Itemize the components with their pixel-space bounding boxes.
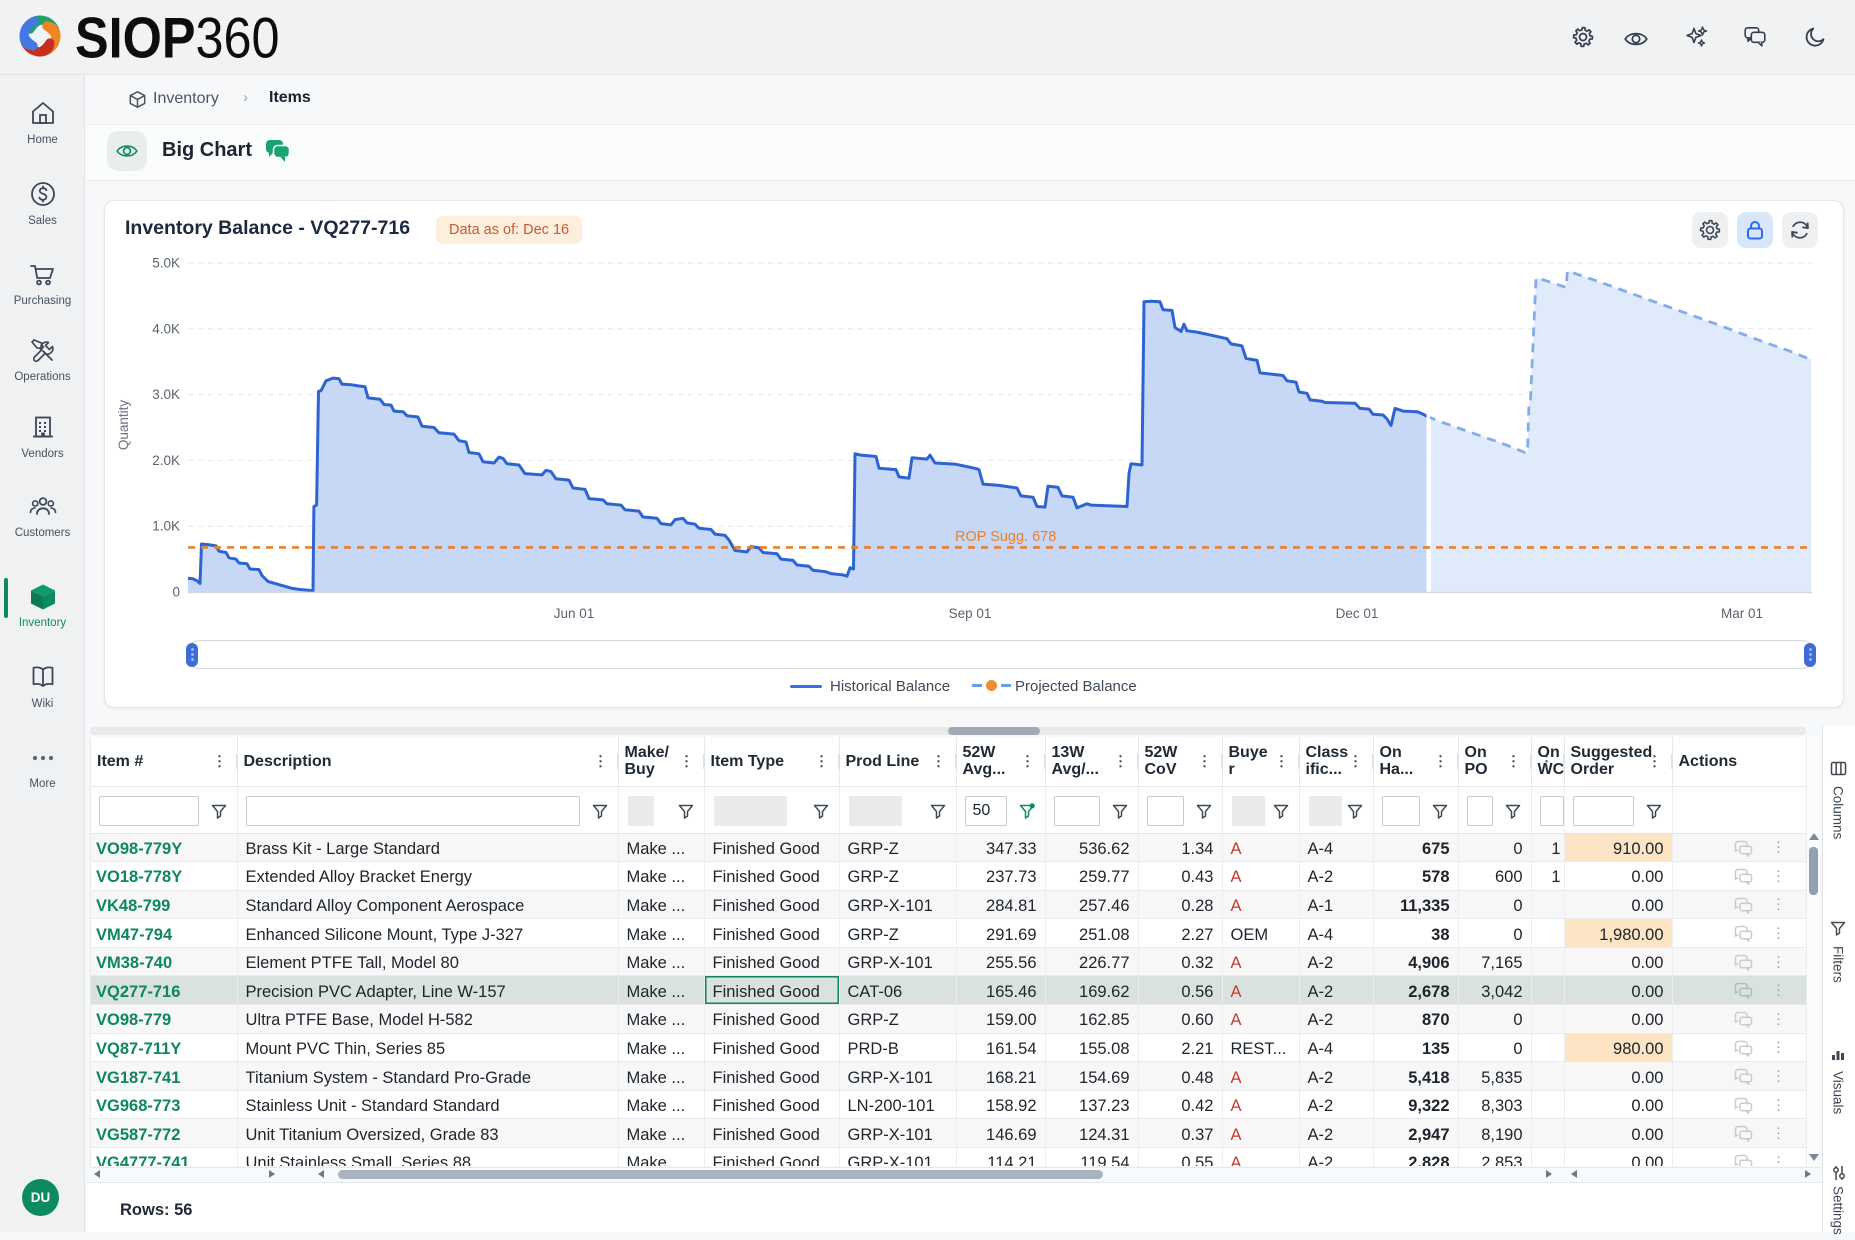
- svg-text:3.0K: 3.0K: [152, 387, 180, 402]
- svg-text:1.0K: 1.0K: [152, 519, 180, 534]
- svg-text:0: 0: [172, 585, 180, 600]
- svg-text:Dec 01: Dec 01: [1336, 606, 1379, 621]
- svg-text:Mar 01: Mar 01: [1721, 606, 1763, 621]
- svg-text:Jun 01: Jun 01: [554, 606, 595, 621]
- svg-text:ROP Sugg. 678: ROP Sugg. 678: [955, 529, 1056, 545]
- svg-text:2.0K: 2.0K: [152, 453, 180, 468]
- svg-text:Sep 01: Sep 01: [949, 606, 992, 621]
- svg-text:4.0K: 4.0K: [152, 321, 180, 336]
- svg-text:5.0K: 5.0K: [152, 256, 180, 271]
- svg-text:Quantity: Quantity: [116, 400, 131, 451]
